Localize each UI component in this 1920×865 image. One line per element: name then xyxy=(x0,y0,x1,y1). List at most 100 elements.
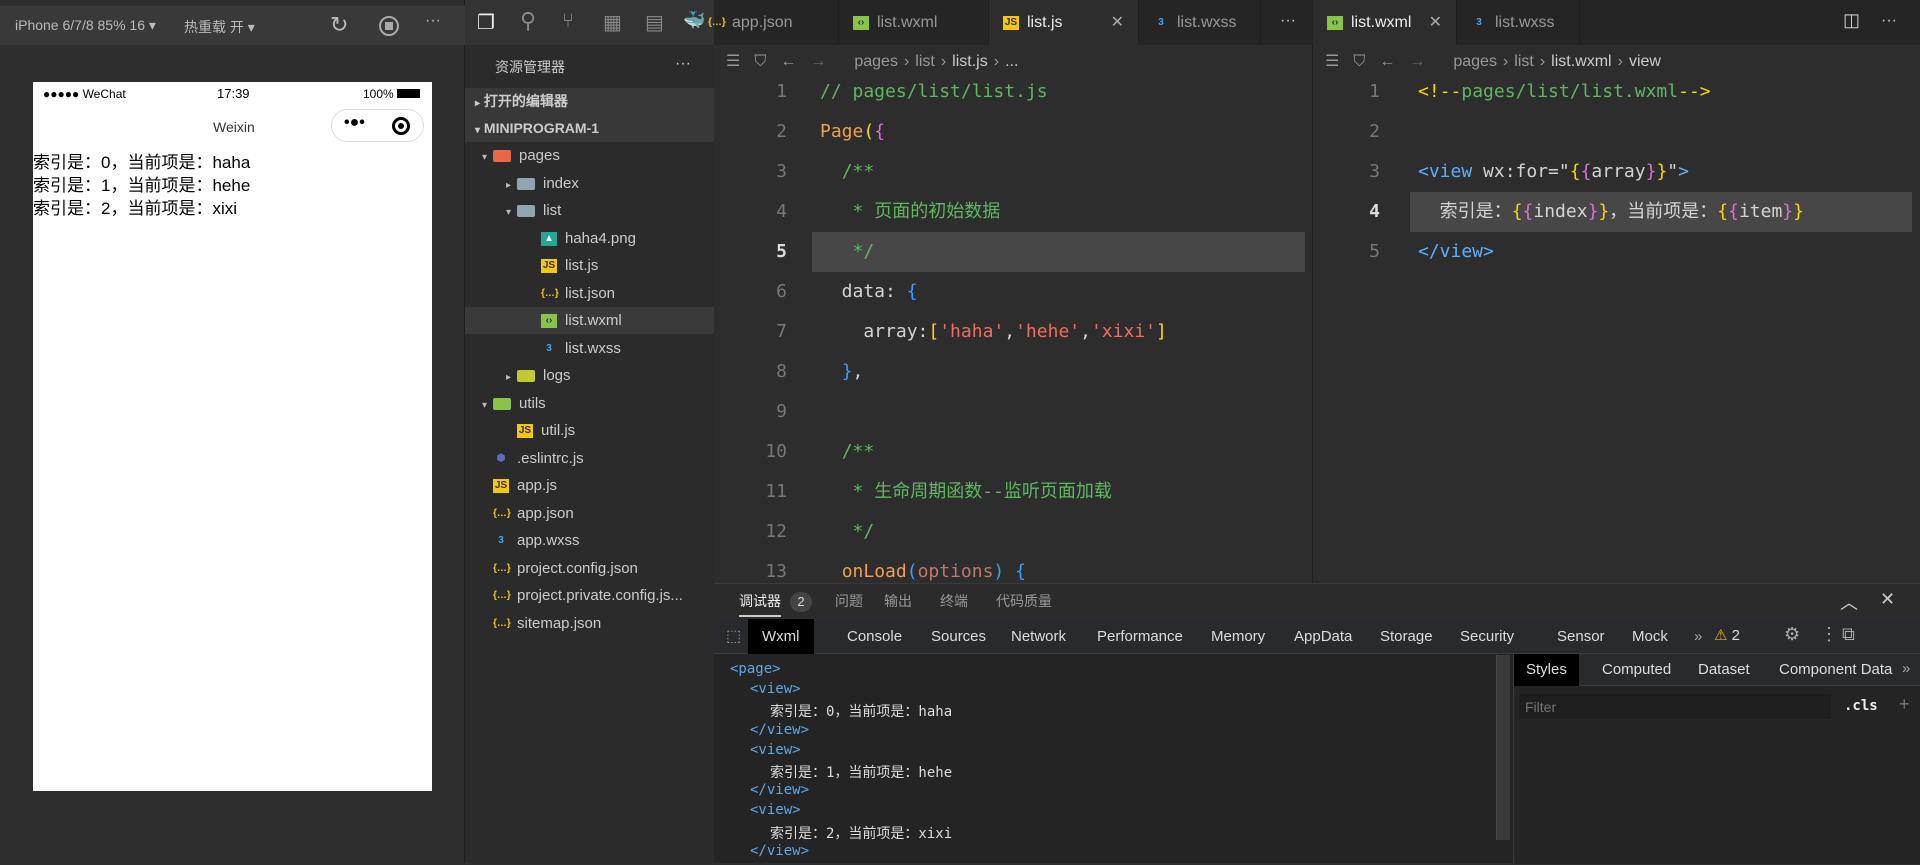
add-style-rule-button[interactable]: + xyxy=(1899,694,1910,715)
tree-item[interactable]: JS list.js xyxy=(465,252,714,279)
tree-item[interactable]: JS util.js xyxy=(465,417,714,444)
explorer-more-button[interactable]: ··· xyxy=(675,55,691,73)
breadcrumb-item[interactable]: list.js xyxy=(952,53,988,70)
tree-item[interactable]: ⬢ .eslintrc.js xyxy=(465,445,714,472)
tree-item[interactable]: ▲ haha4.png xyxy=(465,225,714,252)
search-icon[interactable]: ⚲ xyxy=(520,8,536,34)
tree-item[interactable]: 3 app.wxss xyxy=(465,527,714,554)
breadcrumb-item[interactable]: list xyxy=(915,53,935,70)
close-miniprogram-icon[interactable] xyxy=(392,117,410,135)
more-tabs-icon[interactable]: » xyxy=(1694,619,1702,654)
wxml-scrollbar[interactable] xyxy=(1496,655,1510,840)
close-tab-icon[interactable]: ✕ xyxy=(1429,0,1442,45)
open-editors-section[interactable]: ▸ 打开的编辑器 xyxy=(465,88,714,115)
extensions-icon[interactable]: ▦ xyxy=(603,10,622,35)
devtools-tab-network[interactable]: Network xyxy=(1011,619,1066,654)
tree-item[interactable]: ▸ index xyxy=(465,170,714,197)
wxml-tag[interactable]: <view> xyxy=(750,681,801,697)
tree-item[interactable]: ‹› list.wxml xyxy=(465,307,714,334)
tree-item[interactable]: 3 list.wxss xyxy=(465,335,714,362)
breadcrumb-item[interactable]: pages xyxy=(1453,53,1497,70)
tab-app-json[interactable]: {…} app.json xyxy=(694,0,839,45)
styles-tab[interactable]: Dataset xyxy=(1698,654,1750,686)
devtools-tab-appdata[interactable]: AppData xyxy=(1294,619,1352,654)
more-icon[interactable]: ··· xyxy=(425,12,441,30)
devtools-tab-memory[interactable]: Memory xyxy=(1211,619,1265,654)
devtools-tab-sensor[interactable]: Sensor xyxy=(1557,619,1605,654)
breadcrumb-item[interactable]: list xyxy=(1514,53,1534,70)
tree-item[interactable]: {…} app.json xyxy=(465,500,714,527)
maximize-panel-icon[interactable]: ︿ xyxy=(1840,589,1858,615)
panel-tab[interactable]: 代码质量 xyxy=(996,584,1052,619)
tab-list-wxss[interactable]: 3 list.wxss xyxy=(1457,0,1580,45)
more-tabs-icon[interactable]: ··· xyxy=(1280,12,1296,30)
styles-tab[interactable]: Component Data xyxy=(1779,654,1892,686)
wxml-text[interactable]: 索引是：1，当前项是：hehe xyxy=(770,762,952,782)
kebab-menu-icon[interactable]: ⋮ xyxy=(1820,624,1838,645)
devtools-tab-mock[interactable]: Mock xyxy=(1632,619,1668,654)
device-select[interactable]: iPhone 6/7/8 85% 16 ▾ xyxy=(15,17,156,34)
back-arrow-icon[interactable]: ← xyxy=(780,53,796,70)
panel-tab[interactable]: 终端 xyxy=(940,584,968,619)
wxml-tag[interactable]: <page> xyxy=(730,661,781,677)
more-tabs-icon[interactable]: » xyxy=(1902,660,1910,677)
tab-list-wxml[interactable]: ‹› list.wxml xyxy=(839,0,989,45)
tree-item[interactable]: {…} project.private.config.js... xyxy=(465,582,714,609)
tab-list-wxss[interactable]: 3 list.wxss xyxy=(1139,0,1261,45)
tab-list-js[interactable]: JS list.js ✕ xyxy=(989,0,1139,45)
breadcrumb-item[interactable]: ... xyxy=(1005,53,1018,70)
panel-tab[interactable]: 调试器 xyxy=(739,584,781,617)
breadcrumb-item[interactable]: pages xyxy=(854,53,898,70)
layout-icon[interactable]: ▤ xyxy=(645,10,664,35)
devtools-tab-performance[interactable]: Performance xyxy=(1097,619,1183,654)
close-panel-icon[interactable]: ✕ xyxy=(1880,589,1895,610)
stop-icon[interactable] xyxy=(379,16,399,36)
outline-icon[interactable]: ☰ xyxy=(1325,53,1339,70)
split-editor-icon[interactable]: ◫ xyxy=(1843,10,1860,31)
menu-dots-icon[interactable]: •●• xyxy=(344,114,365,132)
tree-item[interactable]: ▾ utils xyxy=(465,390,714,417)
styles-filter-input[interactable] xyxy=(1519,694,1831,719)
devtools-tab-console[interactable]: Console xyxy=(847,619,902,654)
warnings-indicator[interactable]: ⚠ 2 xyxy=(1714,626,1740,644)
refresh-icon[interactable]: ↻ xyxy=(330,12,348,38)
outline-icon[interactable]: ☰ xyxy=(726,53,740,70)
forward-arrow-icon[interactable]: → xyxy=(810,53,826,70)
hot-reload-toggle[interactable]: 热重载 开 ▾ xyxy=(184,17,255,37)
wxml-tag[interactable]: </view> xyxy=(750,722,809,738)
bookmark-icon[interactable]: ⛉ xyxy=(1353,53,1365,70)
tree-item[interactable]: ▾ list xyxy=(465,197,714,224)
settings-gear-icon[interactable]: ⚙ xyxy=(1784,624,1800,645)
devtools-tab-storage[interactable]: Storage xyxy=(1380,619,1433,654)
bookmark-icon[interactable]: ⛉ xyxy=(754,53,766,70)
wxml-tag[interactable]: <view> xyxy=(750,802,801,818)
wxml-tag[interactable]: </view> xyxy=(750,782,809,798)
styles-tab[interactable]: Computed xyxy=(1602,654,1671,686)
wxml-tag[interactable]: <view> xyxy=(750,742,801,758)
more-tabs-icon[interactable]: ··· xyxy=(1881,12,1897,30)
tree-item[interactable]: {…} project.config.json xyxy=(465,555,714,582)
devtools-tab-security[interactable]: Security xyxy=(1460,619,1514,654)
inspect-element-icon[interactable]: ⬚ xyxy=(726,626,741,646)
panel-tab[interactable]: 输出 xyxy=(884,584,912,619)
tree-item[interactable]: JS app.js xyxy=(465,472,714,499)
forward-arrow-icon[interactable]: → xyxy=(1409,53,1425,70)
breadcrumb-item[interactable]: list.wxml xyxy=(1551,53,1611,70)
dock-icon[interactable]: ⧉ xyxy=(1842,624,1855,645)
breadcrumb-item[interactable]: view xyxy=(1629,53,1661,70)
explorer-icon[interactable]: ❐ xyxy=(477,10,495,35)
wxml-text[interactable]: 索引是：0，当前项是：haha xyxy=(770,701,952,721)
source-control-icon[interactable]: ⑂ xyxy=(562,10,574,33)
tree-item[interactable]: ▸ logs xyxy=(465,362,714,389)
code-area[interactable]: 1 <!--pages/list/list.wxml--> 2 3 <view wx:f… xyxy=(1313,72,1920,583)
tree-item[interactable]: {…} sitemap.json xyxy=(465,610,714,637)
back-arrow-icon[interactable]: ← xyxy=(1379,53,1395,70)
devtools-tab-wxml[interactable]: Wxml xyxy=(748,619,814,654)
cls-toggle[interactable]: .cls xyxy=(1844,698,1878,714)
tree-item[interactable]: ▾ pages xyxy=(465,142,714,169)
panel-tab[interactable]: 问题 xyxy=(835,584,863,619)
tree-item[interactable]: {…} list.json xyxy=(465,280,714,307)
wxml-tag[interactable]: </view> xyxy=(750,843,809,859)
close-tab-icon[interactable]: ✕ xyxy=(1111,0,1124,45)
wxml-text[interactable]: 索引是：2，当前项是：xixi xyxy=(770,823,952,843)
